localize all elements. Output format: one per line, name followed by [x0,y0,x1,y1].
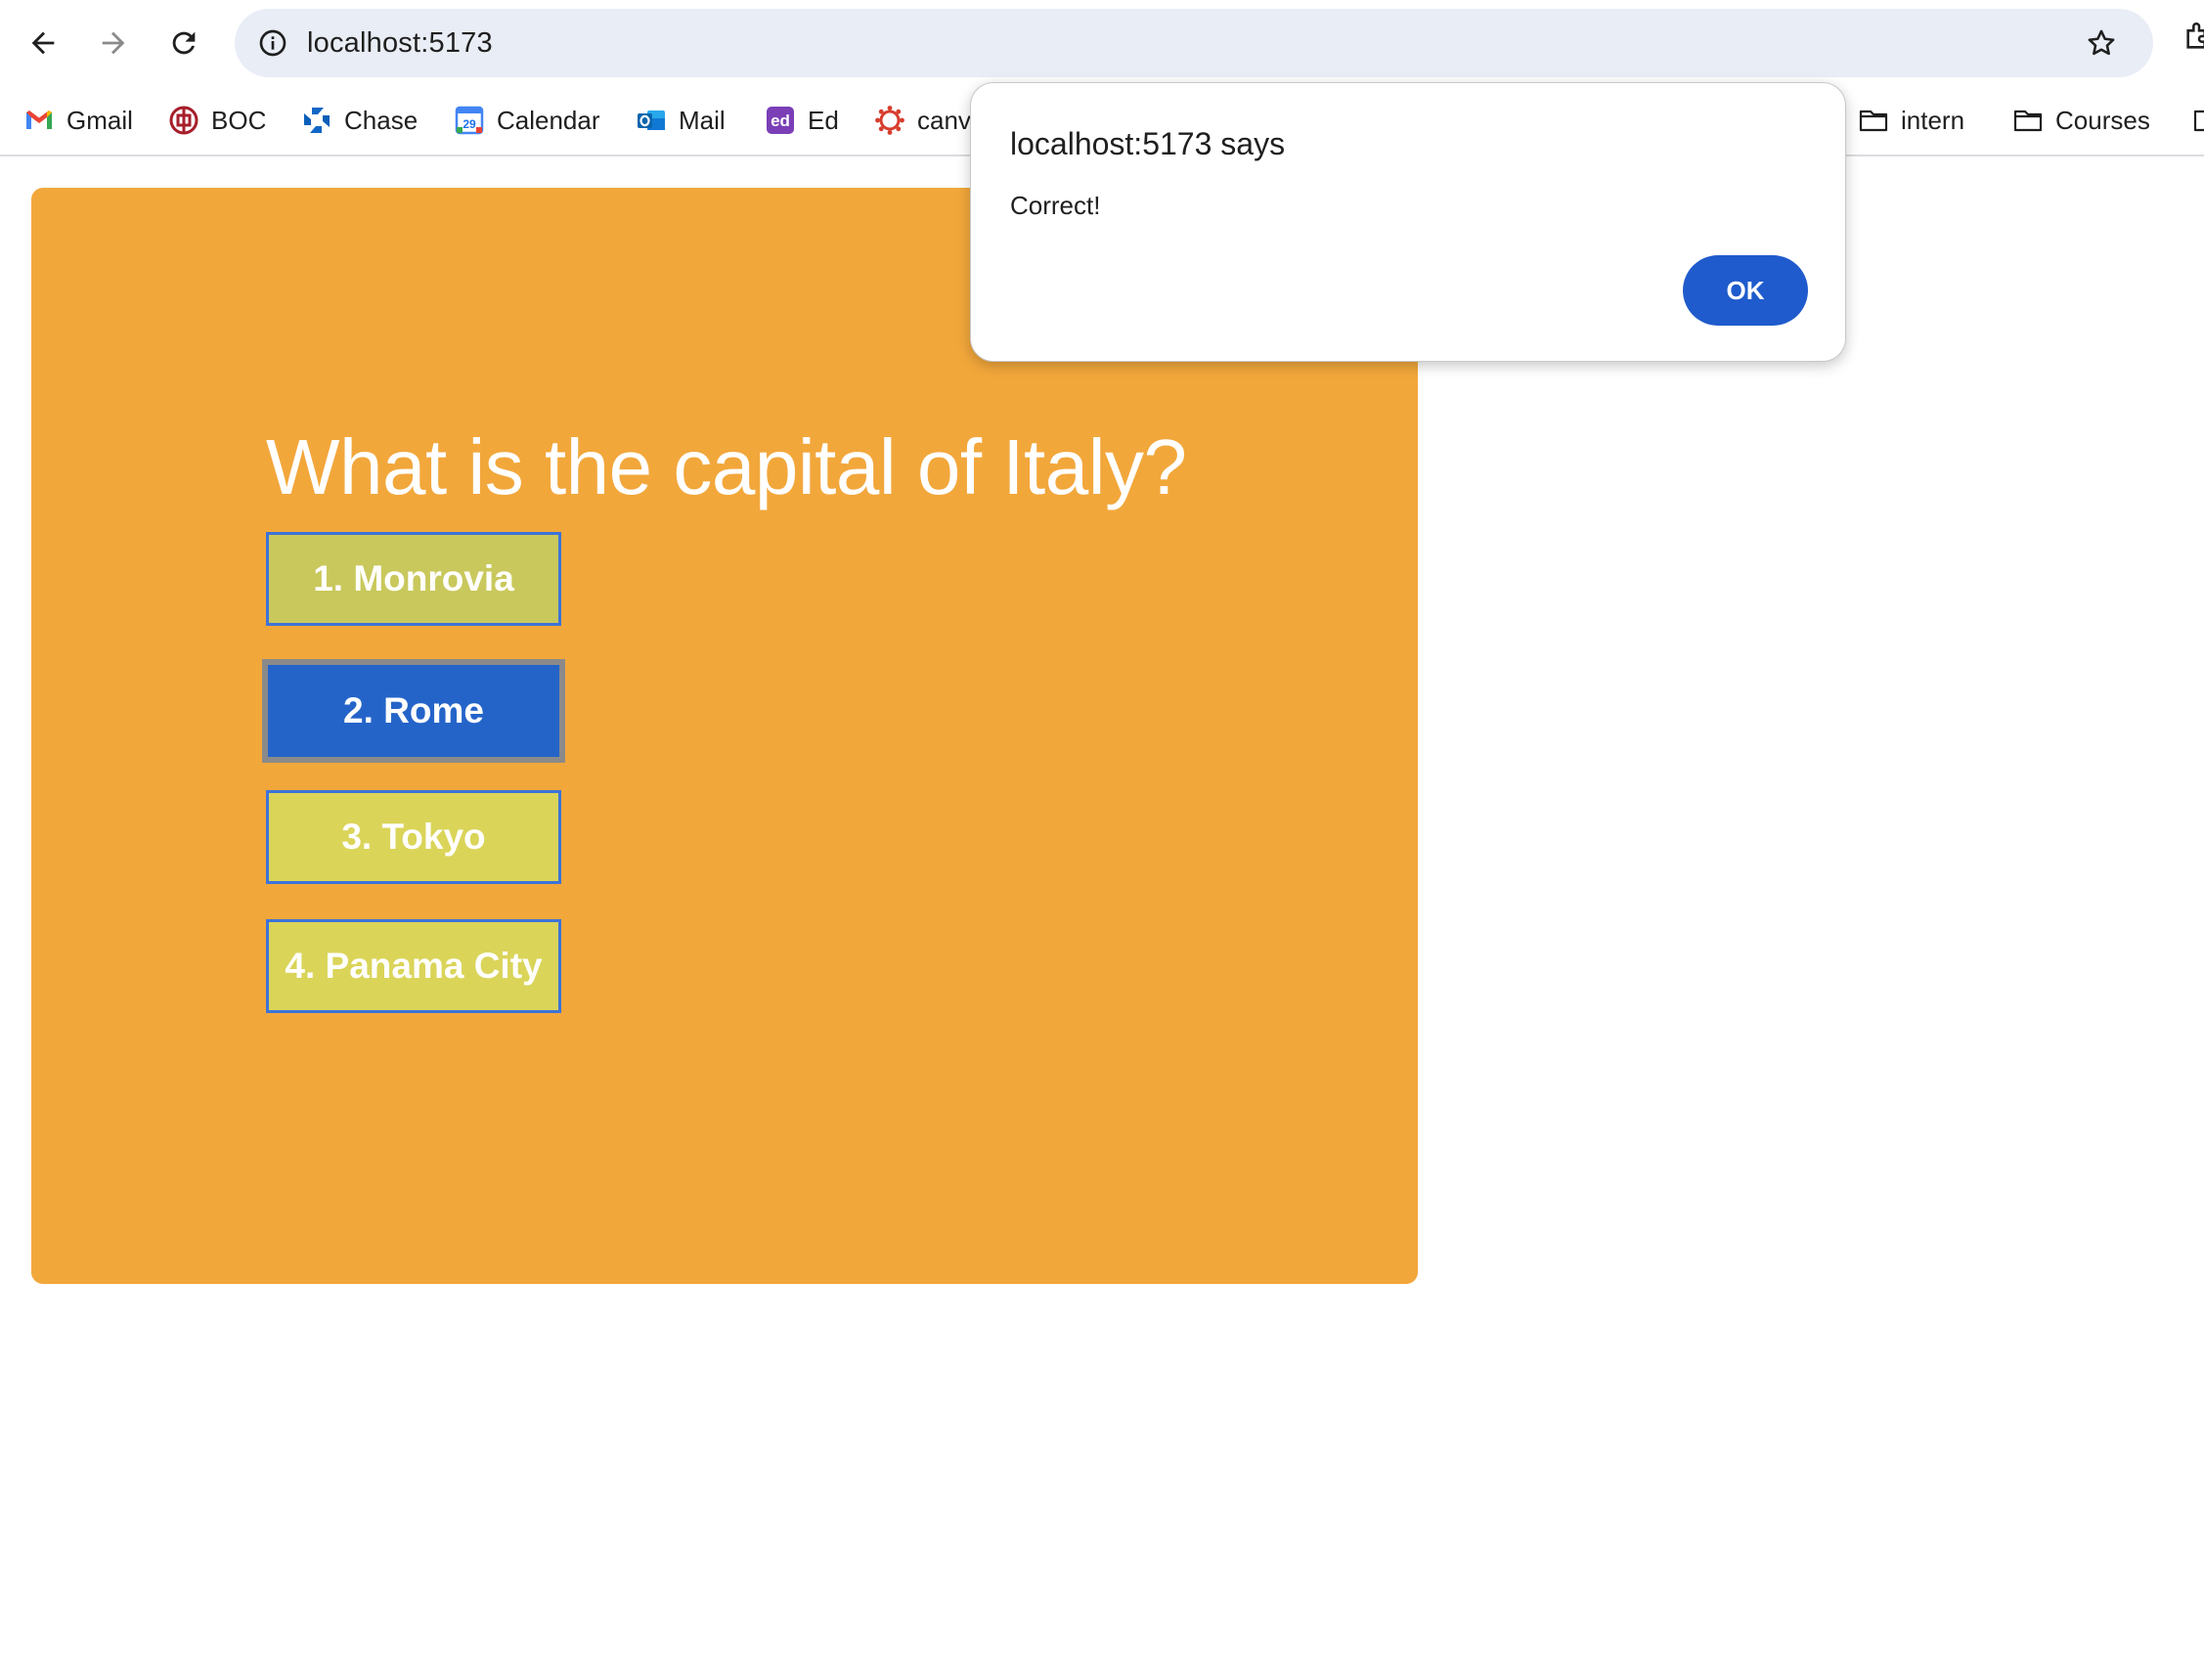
canvas-icon [874,105,905,136]
reload-button[interactable] [154,14,213,72]
chase-icon [301,105,332,136]
forward-button[interactable] [84,14,143,72]
bookmark-folder-intern[interactable]: intern [1858,98,1964,143]
bookmark-boc[interactable]: BOC [168,98,266,143]
calendar-icon: 29 [454,105,485,136]
back-arrow-icon [31,31,55,55]
ok-button[interactable]: OK [1683,255,1808,326]
svg-text:ed: ed [771,111,790,130]
gmail-icon [23,105,55,136]
answer-button-2[interactable]: 2. Rome [262,659,565,763]
bookmark-ed[interactable]: ed Ed [765,98,839,143]
bookmark-folder-courses[interactable]: Courses [2012,98,2150,143]
browser-toolbar: localhost:5173 [0,0,2204,86]
answer-button-3[interactable]: 3. Tokyo [266,790,561,884]
svg-text:29: 29 [463,117,476,131]
answer-button-1[interactable]: 1. Monrovia [266,532,561,626]
bookmark-mail[interactable]: Mail [636,98,726,143]
boc-icon [168,105,199,136]
back-button[interactable] [14,14,72,72]
bookmark-overflow[interactable] [2192,98,2204,143]
alert-dialog: localhost:5173 says Correct! OK [970,82,1846,362]
address-bar[interactable]: localhost:5173 [235,9,2153,77]
folder-icon [2192,105,2204,136]
dialog-message: Correct! [1010,191,1101,220]
answer-button-4[interactable]: 4. Panama City [266,919,561,1013]
bookmark-star-icon[interactable] [2079,21,2124,66]
bookmark-gmail[interactable]: Gmail [23,98,133,143]
bookmark-label: Mail [679,105,726,135]
folder-icon [2012,105,2044,136]
bookmark-label: Gmail [66,105,133,135]
ed-icon: ed [765,105,796,136]
question-heading: What is the capital of Italy? [266,423,1187,510]
outlook-icon [636,105,667,136]
bookmark-label: intern [1901,105,1965,135]
bookmark-label: Ed [808,105,839,135]
bookmark-canvas[interactable]: canv [874,98,971,143]
bookmark-label: canv [917,105,971,135]
folder-icon [1858,105,1889,136]
bookmark-label: BOC [211,105,267,135]
reload-icon [172,31,196,55]
url-text[interactable]: localhost:5173 [307,9,493,77]
bookmark-calendar[interactable]: 29 Calendar [454,98,600,143]
dialog-title: localhost:5173 says [1010,126,1286,161]
bookmark-label: Courses [2055,105,2150,135]
site-info-icon[interactable] [250,21,295,66]
bookmark-label: Calendar [497,105,600,135]
bookmark-chase[interactable]: Chase [301,98,418,143]
bookmark-label: Chase [344,105,419,135]
forward-arrow-icon [102,31,125,55]
extensions-icon[interactable] [2182,20,2204,65]
